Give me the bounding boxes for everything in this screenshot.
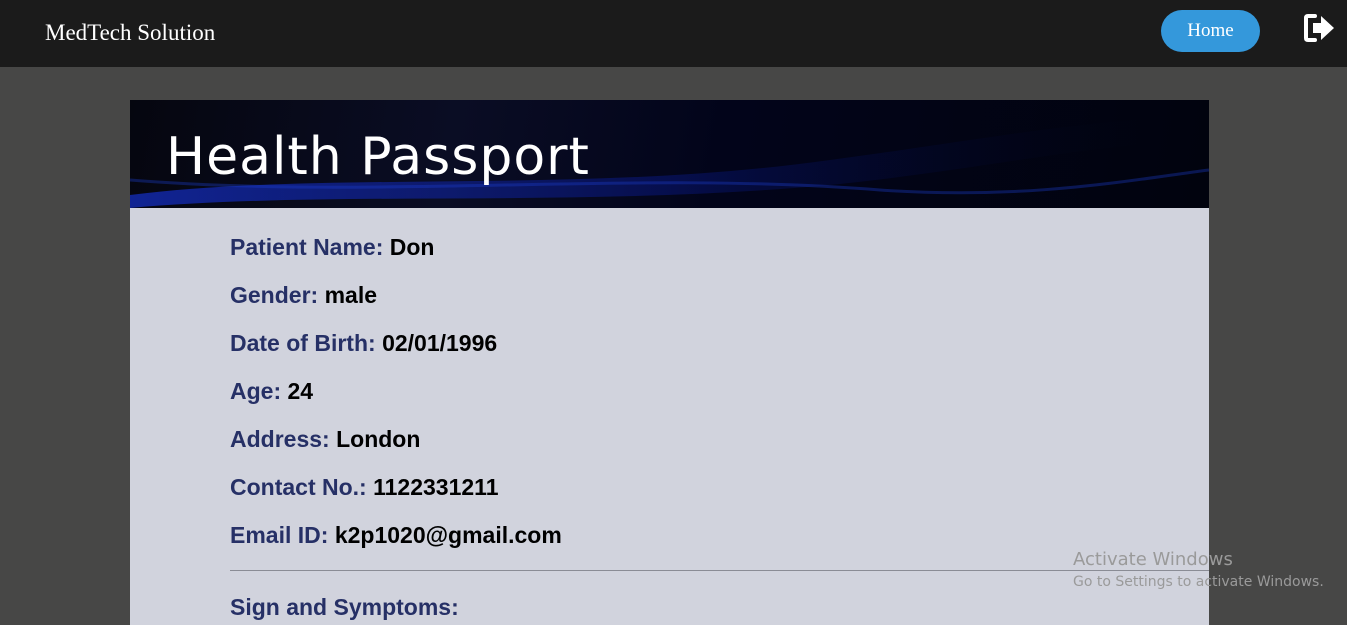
contact-label: Contact No.: — [230, 474, 374, 500]
dob-label: Date of Birth: — [230, 330, 383, 356]
address-label: Address: — [230, 426, 337, 452]
email-row: Email ID: k2p1020@gmail.com — [230, 521, 1130, 569]
age-row: Age: 24 — [230, 377, 1130, 425]
gender-row: Gender: male — [230, 281, 1130, 329]
age-label: Age: — [230, 378, 288, 404]
address-value: London — [336, 426, 421, 452]
watermark-subtitle: Go to Settings to activate Windows. — [1073, 574, 1324, 590]
sign-out-icon[interactable] — [1303, 13, 1337, 43]
age-value: 24 — [287, 378, 314, 404]
home-button[interactable]: Home — [1161, 10, 1260, 52]
email-label: Email ID: — [230, 522, 335, 548]
patient-info: Patient Name: Don Gender: male Date of B… — [230, 233, 1130, 569]
contact-row: Contact No.: 1122331211 — [230, 473, 1130, 521]
health-passport-card: Health Passport Patient Name: Don Gender… — [130, 100, 1209, 625]
section-divider — [230, 570, 1209, 571]
banner: Health Passport — [130, 100, 1209, 208]
address-row: Address: London — [230, 425, 1130, 473]
symptoms-heading: Sign and Symptoms: — [230, 594, 459, 620]
contact-value: 1122331211 — [373, 474, 499, 500]
dob-row: Date of Birth: 02/01/1996 — [230, 329, 1130, 377]
gender-value: male — [324, 282, 378, 308]
gender-label: Gender: — [230, 282, 325, 308]
brand-title[interactable]: MedTech Solution — [45, 19, 215, 47]
patient-name-label: Patient Name: — [230, 234, 390, 260]
patient-name-value: Don — [389, 234, 435, 260]
dob-value: 02/01/1996 — [382, 330, 498, 356]
top-navbar: MedTech Solution Home — [0, 0, 1347, 67]
activate-windows-watermark: Activate Windows Go to Settings to activ… — [1073, 548, 1324, 592]
banner-title: Health Passport — [166, 127, 590, 187]
patient-name-row: Patient Name: Don — [230, 233, 1130, 281]
watermark-title: Activate Windows — [1073, 549, 1233, 570]
email-value: k2p1020@gmail.com — [334, 522, 562, 548]
